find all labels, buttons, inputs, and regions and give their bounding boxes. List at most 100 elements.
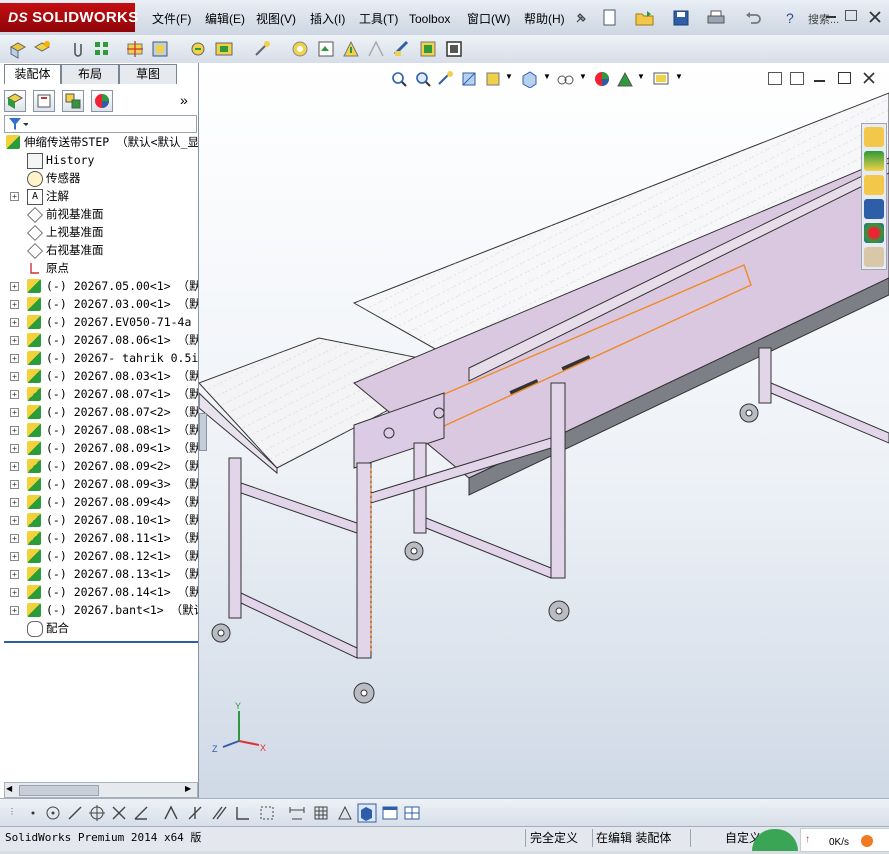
smart-dimension-icon[interactable] [162,804,180,822]
take-snapshot-icon[interactable] [418,39,438,59]
solidworks-logo[interactable]: DS SOLIDWORKS [0,3,138,32]
tab-layout[interactable]: 布局 [61,64,119,84]
offset-icon[interactable] [210,804,228,822]
viewport-minimize-button[interactable] [814,80,825,82]
print-icon[interactable] [706,9,726,27]
menu-toolbox[interactable]: Toolbox [409,10,450,28]
expand-plus-icon[interactable]: + [10,498,19,507]
polygon-icon[interactable] [88,804,106,822]
viewport-tile-button[interactable] [768,72,782,85]
tab-assembly[interactable]: 装配体 [4,64,61,84]
circle-icon[interactable] [44,804,62,822]
expand-plus-icon[interactable]: + [10,588,19,597]
large-design-review-icon[interactable] [444,39,464,59]
new-part-icon[interactable] [32,39,52,59]
convert-entities-icon[interactable] [234,804,252,822]
scroll-left-arrow-icon[interactable]: ◀ [6,784,16,794]
shaded-view-icon[interactable] [357,803,377,823]
restore-button[interactable] [845,10,857,21]
angle-icon[interactable] [132,804,150,822]
assembly-features-icon[interactable] [188,39,208,59]
line-icon[interactable] [66,804,84,822]
help-question-icon[interactable]: ? [786,10,794,26]
new-document-icon[interactable] [601,9,619,27]
panel-expand-chevron-icon[interactable]: » [180,92,188,108]
zoom-to-fit-icon[interactable] [390,70,408,88]
menu-help[interactable]: 帮助(H) [524,10,565,28]
configurationmanager-tab-icon[interactable] [62,90,84,112]
graphics-area[interactable]: Y X Z [199,63,889,798]
trim-icon[interactable] [110,804,128,822]
move-component-icon[interactable] [125,39,145,59]
expand-plus-icon[interactable]: + [10,336,19,345]
rectangle-icon[interactable] [258,804,276,822]
expand-plus-icon[interactable]: + [10,570,19,579]
display-style-icon[interactable] [556,70,576,88]
expand-plus-icon[interactable]: + [10,408,19,417]
viewport-split-button[interactable] [790,72,804,85]
tree-horizontal-scrollbar[interactable]: ◀ ▶ [4,782,198,798]
expand-plus-icon[interactable]: + [10,552,19,561]
bill-of-materials-icon[interactable] [290,39,310,59]
triangle-icon[interactable] [336,804,354,822]
grid-icon[interactable] [312,804,330,822]
menu-view[interactable]: 视图(V) [256,10,296,28]
design-library-icon[interactable] [864,151,884,171]
appearances-scenes-icon[interactable] [864,223,884,243]
expand-plus-icon[interactable]: + [10,282,19,291]
dropdown-arrow-icon[interactable]: ▼ [543,72,551,81]
undo-icon[interactable] [744,9,762,27]
dropdown-arrow-icon[interactable]: ▼ [675,72,683,81]
dimension-icon[interactable] [288,804,306,822]
displaymanager-tab-icon[interactable] [91,90,113,112]
previous-view-icon[interactable] [436,70,454,88]
tab-sketch[interactable]: 草图 [119,64,177,84]
section-view-icon[interactable] [460,70,478,88]
file-explorer-folder-icon[interactable] [864,175,884,195]
filter-funnel-icon[interactable] [8,117,28,131]
expand-plus-icon[interactable]: + [10,300,19,309]
menu-edit[interactable]: 编辑(E) [205,10,245,28]
expand-plus-icon[interactable]: + [10,354,19,363]
show-hidden-components-icon[interactable] [150,39,170,59]
menu-window[interactable]: 窗口(W) [467,10,510,28]
expand-plus-icon[interactable]: + [10,606,19,615]
custom-properties-icon[interactable] [864,247,884,267]
mirror-icon[interactable] [186,804,204,822]
expand-plus-icon[interactable]: + [10,462,19,471]
menu-file[interactable]: 文件(F) [152,10,191,28]
expand-plus-icon[interactable]: + [10,444,19,453]
insert-component-icon[interactable] [8,39,28,59]
featuremanager-tab-icon[interactable] [4,90,26,112]
expand-plus-icon[interactable]: + [10,372,19,381]
mate-paperclip-icon[interactable] [68,39,88,59]
viewport-restore-button[interactable] [838,72,851,84]
minimize-button[interactable] [826,10,836,18]
view-multiple-icon[interactable] [403,804,421,822]
panel-collapse-handle[interactable] [199,413,207,451]
scroll-right-arrow-icon[interactable]: ▶ [185,784,195,794]
instant3d-icon[interactable] [366,39,386,59]
expand-plus-icon[interactable]: + [10,480,19,489]
menu-tools[interactable]: 工具(T) [359,10,398,28]
dynamic-annotation-icon[interactable] [484,70,502,88]
expand-plus-icon[interactable]: + [10,516,19,525]
view-orientation-icon[interactable] [520,70,538,88]
expand-plus-icon[interactable]: + [10,534,19,543]
open-folder-icon[interactable] [635,9,655,27]
view-palette-icon[interactable] [864,199,884,219]
update-speedpak-icon[interactable] [392,39,412,59]
dropdown-arrow-icon[interactable]: ▼ [579,72,587,81]
new-motion-study-icon[interactable] [252,39,272,59]
save-icon[interactable] [672,9,690,27]
viewport-close-icon[interactable] [862,71,876,85]
expand-plus-icon[interactable]: + [10,426,19,435]
reference-geometry-icon[interactable] [214,39,234,59]
menu-insert[interactable]: 插入(I) [310,10,345,28]
pushpin-icon[interactable] [573,10,589,26]
solidworks-resources-icon[interactable] [864,127,884,147]
apply-scene-icon[interactable] [616,70,634,88]
zoom-to-area-icon[interactable] [414,70,432,88]
close-icon[interactable] [868,10,882,24]
scroll-thumb[interactable] [19,785,99,796]
